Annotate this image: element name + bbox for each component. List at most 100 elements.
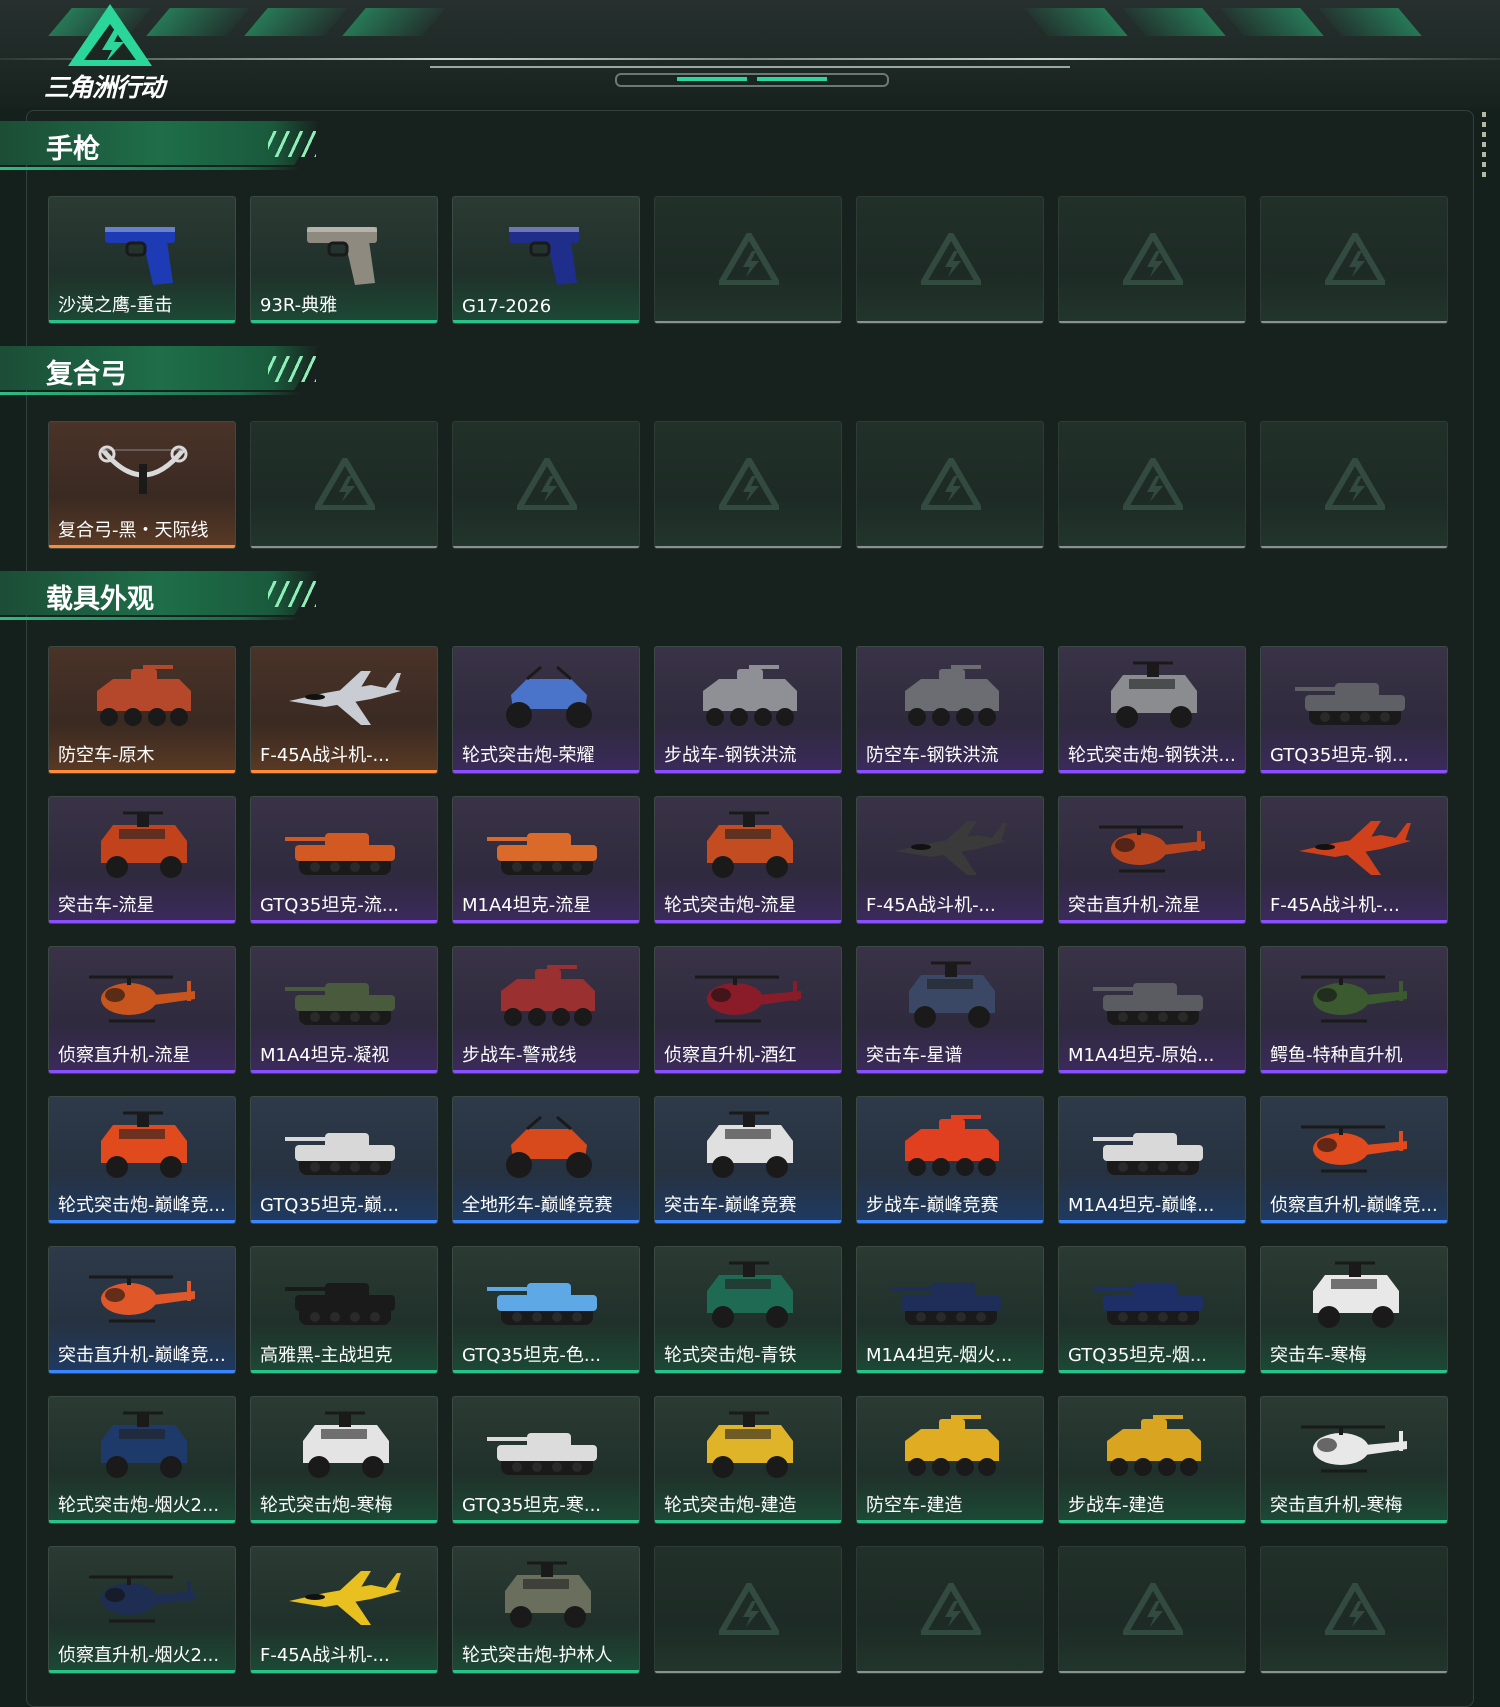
rarity-bar [1261, 1370, 1447, 1373]
item-card[interactable]: 全地形车-巅峰竞赛 [452, 1096, 640, 1224]
item-card[interactable]: 防空车-原木 [48, 646, 236, 774]
item-card[interactable]: GTQ35坦克-巅... [250, 1096, 438, 1224]
heli-icon [1099, 825, 1205, 873]
item-grid-vehicle-skins: 防空车-原木 F-45A战斗机-... 轮式突击炮-荣耀 步战车-钢铁洪流 防空… [48, 646, 1452, 1674]
item-card[interactable]: 高雅黑-主战坦克 [250, 1246, 438, 1374]
rarity-bar [49, 1670, 235, 1673]
tank-icon [1093, 1133, 1203, 1175]
empty-slot [250, 421, 438, 549]
item-name: 侦察直升机-流星 [58, 1045, 191, 1066]
item-card[interactable]: 93R-典雅 [250, 196, 438, 324]
item-name: M1A4坦克-原始... [1068, 1045, 1215, 1066]
item-card[interactable]: 鳄鱼-特种直升机 [1260, 946, 1448, 1074]
apc-icon [905, 1415, 999, 1476]
item-name: F-45A战斗机-... [260, 745, 390, 766]
item-name: 93R-典雅 [260, 295, 338, 316]
item-card[interactable]: 轮式突击炮-青铁 [654, 1246, 842, 1374]
item-card[interactable]: GTQ35坦克-钢... [1260, 646, 1448, 774]
item-card[interactable]: GTQ35坦克-寒... [452, 1396, 640, 1524]
truck-icon [101, 1111, 187, 1178]
item-card[interactable]: M1A4坦克-原始... [1058, 946, 1246, 1074]
empty-slot [1058, 1546, 1246, 1674]
item-card[interactable]: 突击车-星谱 [856, 946, 1044, 1074]
rarity-bar [857, 770, 1043, 773]
delta-watermark-icon [921, 233, 981, 285]
pistol-icon [509, 227, 579, 285]
item-card[interactable]: M1A4坦克-凝视 [250, 946, 438, 1074]
item-card[interactable]: 步战车-钢铁洪流 [654, 646, 842, 774]
slot-bar [655, 321, 841, 323]
item-card[interactable]: 突击车-寒梅 [1260, 1246, 1448, 1374]
item-card[interactable]: 沙漠之鹰-重击 [48, 196, 236, 324]
delta-watermark-icon [517, 458, 577, 510]
item-card[interactable]: M1A4坦克-巅峰... [1058, 1096, 1246, 1224]
item-card[interactable]: 步战车-建造 [1058, 1396, 1246, 1524]
rarity-bar [49, 1520, 235, 1523]
item-name: 轮式突击炮-巅峰竞... [58, 1195, 226, 1216]
item-card[interactable]: M1A4坦克-流星 [452, 796, 640, 924]
item-card[interactable]: 突击车-流星 [48, 796, 236, 924]
slot-bar [857, 1671, 1043, 1673]
item-card[interactable]: F-45A战斗机-... [1260, 796, 1448, 924]
item-card[interactable]: 步战车-警戒线 [452, 946, 640, 1074]
slot-bar [857, 321, 1043, 323]
item-card[interactable]: 突击车-巅峰竞赛 [654, 1096, 842, 1224]
item-name: 步战车-警戒线 [462, 1045, 577, 1066]
item-card[interactable]: 侦察直升机-巅峰竞... [1260, 1096, 1448, 1224]
slot-bar [251, 546, 437, 548]
tank-icon [1295, 683, 1405, 725]
item-name: F-45A战斗机-... [260, 1645, 390, 1666]
item-card[interactable]: M1A4坦克-烟火... [856, 1246, 1044, 1374]
item-card[interactable]: 步战车-巅峰竞赛 [856, 1096, 1044, 1224]
apc-icon [501, 965, 595, 1026]
delta-watermark-icon [1325, 233, 1385, 285]
item-card[interactable]: 轮式突击炮-寒梅 [250, 1396, 438, 1524]
rarity-bar [1261, 1070, 1447, 1073]
item-card[interactable]: G17-2026 [452, 196, 640, 324]
item-card[interactable]: 轮式突击炮-钢铁洪... [1058, 646, 1246, 774]
item-card[interactable]: F-45A战斗机-... [856, 796, 1044, 924]
rarity-bar [453, 1370, 639, 1373]
rarity-bar [453, 920, 639, 923]
heli-icon [89, 975, 195, 1023]
item-card[interactable]: 轮式突击炮-流星 [654, 796, 842, 924]
item-card[interactable]: 侦察直升机-酒红 [654, 946, 842, 1074]
item-card[interactable]: F-45A战斗机-... [250, 646, 438, 774]
item-card[interactable]: 轮式突击炮-巅峰竞... [48, 1096, 236, 1224]
rarity-bar [251, 1370, 437, 1373]
item-card[interactable]: 防空车-建造 [856, 1396, 1044, 1524]
item-card[interactable]: 侦察直升机-烟火2... [48, 1546, 236, 1674]
tank-icon [487, 833, 597, 875]
pistol-icon [105, 227, 175, 285]
item-card[interactable]: 防空车-钢铁洪流 [856, 646, 1044, 774]
empty-slot [856, 196, 1044, 324]
slot-bar [453, 546, 639, 548]
apc-icon [703, 665, 797, 726]
item-card[interactable]: 轮式突击炮-荣耀 [452, 646, 640, 774]
item-name: 防空车-原木 [58, 745, 155, 766]
item-card[interactable]: 突击直升机-寒梅 [1260, 1396, 1448, 1524]
item-card[interactable]: 复合弓-黑・天际线 [48, 421, 236, 549]
apc-icon [97, 665, 191, 726]
truck-icon [707, 811, 793, 878]
item-card[interactable]: GTQ35坦克-色... [452, 1246, 640, 1374]
item-card[interactable]: 突击直升机-巅峰竞... [48, 1246, 236, 1374]
scrollbar-handle[interactable] [1482, 112, 1486, 178]
item-card[interactable]: GTQ35坦克-流... [250, 796, 438, 924]
rarity-bar [857, 1070, 1043, 1073]
rarity-bar [49, 545, 235, 548]
item-card[interactable]: 轮式突击炮-烟火2... [48, 1396, 236, 1524]
item-card[interactable]: 侦察直升机-流星 [48, 946, 236, 1074]
item-card[interactable]: 轮式突击炮-护林人 [452, 1546, 640, 1674]
jet-icon [1299, 821, 1411, 875]
slot-bar [655, 1671, 841, 1673]
item-name: 轮式突击炮-护林人 [462, 1645, 613, 1666]
tank-icon [487, 1283, 597, 1325]
rarity-bar [1261, 1520, 1447, 1523]
item-card[interactable]: 突击直升机-流星 [1058, 796, 1246, 924]
slot-bar [1059, 321, 1245, 323]
item-card[interactable]: 轮式突击炮-建造 [654, 1396, 842, 1524]
item-card[interactable]: GTQ35坦克-烟... [1058, 1246, 1246, 1374]
item-card[interactable]: F-45A战斗机-... [250, 1546, 438, 1674]
header-center-indicator [615, 73, 889, 87]
